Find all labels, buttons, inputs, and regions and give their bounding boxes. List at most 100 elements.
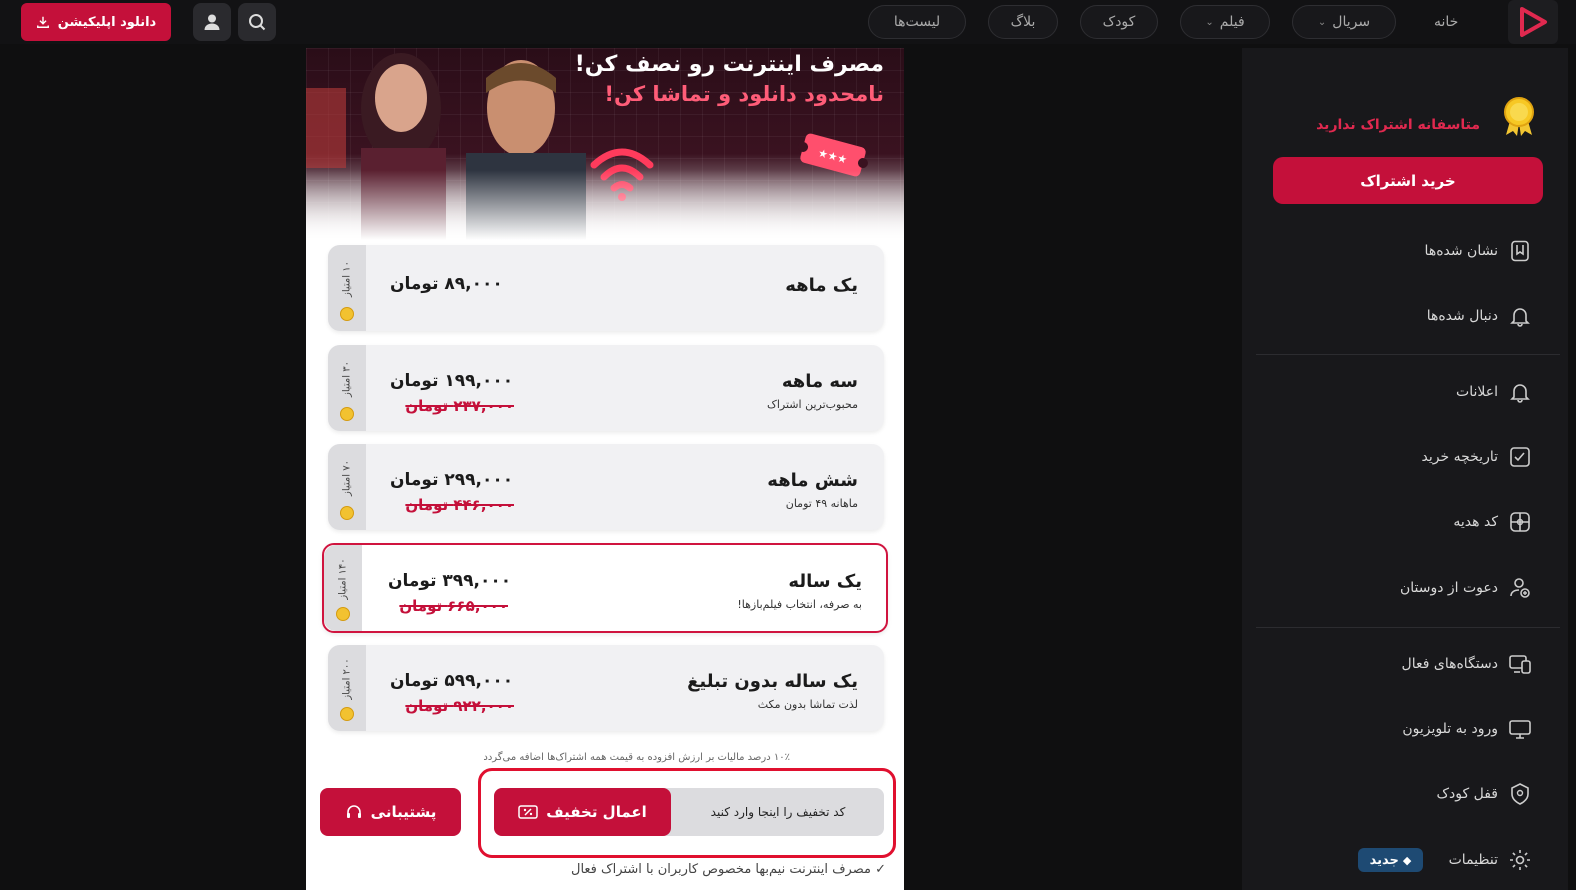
coin-icon (336, 607, 350, 621)
gear-icon (1510, 850, 1530, 870)
promo-banner: ★★★ مصرف اینترنت رو نصف کن! نامحدود دانل… (306, 48, 904, 240)
coin-icon (340, 307, 354, 321)
points-tab: ۱۰ امتیاز (328, 245, 366, 331)
points-tab: ۲۰۰ امتیاز (328, 645, 366, 731)
sidebar-item-label: تاریخچه خرید (1421, 449, 1498, 465)
bookmark-icon (1511, 240, 1529, 262)
nav-kids[interactable]: کودک (1080, 5, 1158, 39)
nav-lists-label: لیست‌ها (893, 14, 941, 30)
points-label: ۱۴۰ امتیاز (337, 558, 349, 601)
plan-old-price: ۴۴۶,۰۰۰ تومان (405, 496, 514, 514)
sidebar-item-bookmarks[interactable]: نشان شده‌ها (1270, 234, 1532, 268)
sidebar-item-label: تنظیمات (1448, 852, 1498, 868)
plan-title: یک ساله بدون تبلیغ (687, 671, 858, 692)
plan-title: یک ساله (788, 571, 862, 592)
nav-series[interactable]: سریال ⌄ (1292, 5, 1396, 39)
points-tab: ۳۰ امتیاز (328, 345, 366, 431)
nav-series-label: سریال (1332, 14, 1371, 30)
banner-subheadline: نامحدود دانلود و تماشا کن! (604, 82, 884, 106)
plan-old-price: ۹۲۲,۰۰۰ تومان (405, 697, 514, 715)
sidebar-item-label: دستگاه‌های فعال (1401, 656, 1498, 672)
plan-subtitle: به صرفه، انتخاب فیلم‌بازها! (737, 598, 862, 611)
plan-title: یک ماهه (785, 275, 858, 296)
top-bar: دانلود اپلیکیشن لیست‌ها بلاگ کودک فیلم ⌄… (0, 0, 1576, 44)
plan-title: شش ماهه (767, 470, 858, 491)
download-app-button[interactable]: دانلود اپلیکیشن (21, 3, 171, 41)
user-add-icon (1510, 578, 1530, 598)
coin-icon (340, 707, 354, 721)
sidebar-item-followed[interactable]: دنبال شده‌ها (1270, 299, 1532, 333)
headset-icon (346, 805, 361, 818)
plan-card-3-months[interactable]: ۳۰ امتیاز سه ماهه محبوب‌ترین اشتراک ۱۹۹,… (328, 345, 884, 431)
sidebar-item-purchase-history[interactable]: تاریخچه خرید (1270, 440, 1532, 474)
support-label: پشتیبانی (370, 803, 437, 821)
plan-subtitle: محبوب‌ترین اشتراک (767, 398, 858, 411)
sidebar-item-parental-lock[interactable]: قفل کودک (1270, 777, 1532, 811)
sidebar-item-label: قفل کودک (1436, 786, 1499, 802)
sidebar-divider (1256, 627, 1560, 628)
diamond-icon: ◆ (1402, 853, 1412, 867)
bell-icon (1510, 308, 1530, 327)
nav-movies-label: فیلم (1219, 14, 1245, 30)
bell-icon (1510, 384, 1530, 403)
sidebar-divider (1256, 354, 1560, 355)
search-icon (249, 14, 266, 31)
plan-price: ۲۹۹,۰۰۰ تومان (390, 470, 514, 490)
chevron-down-icon: ⌄ (1205, 16, 1214, 28)
plan-price: ۵۹۹,۰۰۰ تومان (390, 671, 514, 691)
coupon-icon (518, 805, 538, 819)
medal-icon (1504, 97, 1534, 136)
logo[interactable] (1508, 0, 1558, 44)
sidebar-item-tv-login[interactable]: ورود به تلویزیون (1270, 712, 1532, 746)
shield-icon (1511, 783, 1529, 805)
half-price-footnote: ✓ مصرف اینترنت نیم‌بها مخصوص کاربران با … (571, 862, 886, 877)
points-label: ۷۰ امتیاز (341, 460, 353, 497)
nav-home[interactable]: خانه (1434, 5, 1458, 39)
play-logo-icon (1520, 7, 1547, 37)
chevron-down-icon: ⌄ (1317, 16, 1327, 28)
coin-icon (340, 506, 354, 520)
plan-subtitle: ماهانه ۴۹ تومان (785, 497, 858, 510)
banner-headline: مصرف اینترنت رو نصف کن! (574, 52, 884, 77)
plan-subtitle: لذت تماشا بدون مکث (757, 698, 858, 711)
search-button[interactable] (238, 3, 276, 41)
plan-old-price: ۶۶۵,۰۰۰ تومان (399, 597, 508, 615)
devices-icon (1509, 655, 1531, 674)
sidebar-item-notifications[interactable]: اعلانات (1270, 375, 1532, 409)
profile-button[interactable] (193, 3, 231, 41)
sidebar-item-active-devices[interactable]: دستگاه‌های فعال (1270, 647, 1532, 681)
receipt-icon (1510, 447, 1530, 467)
points-label: ۱۰ امتیاز (341, 261, 353, 298)
support-button[interactable]: پشتیبانی (320, 788, 461, 836)
nav-blog[interactable]: بلاگ (988, 5, 1058, 39)
nav-lists[interactable]: لیست‌ها (868, 5, 966, 39)
nav-movies[interactable]: فیلم ⌄ (1180, 5, 1270, 39)
plan-card-6-months[interactable]: ۷۰ امتیاز شش ماهه ماهانه ۴۹ تومان ۲۹۹,۰۰… (328, 444, 884, 530)
new-badge: جدید ◆ (1358, 848, 1423, 872)
sidebar-item-label: دنبال شده‌ها (1426, 308, 1498, 324)
plan-card-1-year-selected[interactable]: ۱۴۰ امتیاز یک ساله به صرفه، انتخاب فیلم‌… (322, 543, 888, 633)
points-tab: ۷۰ امتیاز (328, 444, 366, 530)
plan-price: ۳۹۹,۰۰۰ تومان (388, 571, 512, 591)
nav-home-label: خانه (1434, 14, 1459, 30)
gift-icon (1510, 512, 1530, 532)
plan-price: ۸۹,۰۰۰ تومان (390, 274, 503, 294)
plan-card-1-year-no-ads[interactable]: ۲۰۰ امتیاز یک ساله بدون تبلیغ لذت تماشا … (328, 645, 884, 731)
new-badge-label: جدید (1369, 852, 1399, 868)
tax-note: ۱۰٪ درصد مالیات بر ارزش افزوده به قیمت ه… (483, 752, 790, 763)
sidebar-item-gift-code[interactable]: کد هدیه (1270, 505, 1532, 539)
sidebar-item-invite-friends[interactable]: دعوت از دوستان (1270, 571, 1532, 605)
sidebar-item-label: دعوت از دوستان (1399, 580, 1498, 596)
apply-discount-button[interactable]: اعمال تخفیف (494, 788, 671, 836)
download-app-label: دانلود اپلیکیشن (57, 14, 157, 30)
buy-subscription-button[interactable]: خرید اشتراک (1273, 157, 1543, 204)
user-icon (204, 14, 220, 30)
points-tab: ۱۴۰ امتیاز (324, 545, 362, 631)
nav-kids-label: کودک (1102, 14, 1136, 30)
discount-code-input[interactable] (672, 788, 884, 836)
tv-icon (1509, 720, 1531, 739)
plan-card-1-month[interactable]: ۱۰ امتیاز یک ماهه ۸۹,۰۰۰ تومان (328, 245, 884, 331)
sidebar-item-label: نشان شده‌ها (1424, 243, 1498, 259)
sidebar-item-label: اعلانات (1456, 384, 1498, 400)
nav-blog-label: بلاگ (1010, 14, 1036, 30)
